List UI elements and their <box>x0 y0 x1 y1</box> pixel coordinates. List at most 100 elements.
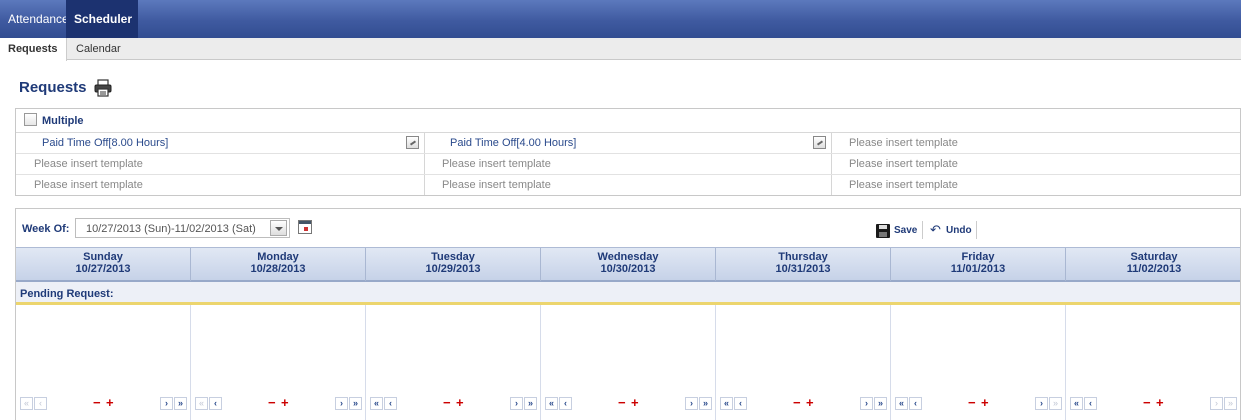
plus-icon[interactable]: + <box>456 395 464 410</box>
template-cell[interactable]: Please insert template <box>849 175 958 195</box>
day-cell[interactable]: « ‹ − + › » <box>366 305 541 420</box>
day-name: Wednesday <box>597 251 659 263</box>
first-icon[interactable]: « <box>195 397 208 410</box>
next-icon[interactable]: › <box>335 397 348 410</box>
save-label: Save <box>894 225 918 236</box>
prev-icon[interactable]: ‹ <box>209 397 222 410</box>
calendar-icon[interactable] <box>298 220 312 234</box>
plus-icon[interactable]: + <box>106 395 114 410</box>
day-header: Thursday 10/31/2013 <box>716 248 891 281</box>
last-icon[interactable]: » <box>874 397 887 410</box>
last-icon[interactable]: » <box>524 397 537 410</box>
subtab-calendar[interactable]: Calendar <box>68 38 138 60</box>
cell-divider <box>424 175 425 195</box>
day-name: Tuesday <box>431 251 475 263</box>
last-icon[interactable]: » <box>699 397 712 410</box>
minus-icon[interactable]: − <box>618 395 626 410</box>
template-cell[interactable]: Please insert template <box>849 133 958 153</box>
first-icon[interactable]: « <box>370 397 383 410</box>
plus-icon[interactable]: + <box>981 395 989 410</box>
next-icon[interactable]: › <box>160 397 173 410</box>
week-value: 10/27/2013 (Sun)-11/02/2013 (Sat) <box>86 223 256 235</box>
day-header: Sunday 10/27/2013 <box>16 248 191 281</box>
undo-icon: ↶ <box>930 222 941 237</box>
top-nav: Attendance Scheduler <box>0 0 1241 38</box>
week-toolbar: Week Of: 10/27/2013 (Sun)-11/02/2013 (Sa… <box>16 209 1240 247</box>
next-icon[interactable]: › <box>510 397 523 410</box>
cell-divider <box>831 154 832 174</box>
template-cell[interactable]: Please insert template <box>34 154 143 174</box>
plus-icon[interactable]: + <box>631 395 639 410</box>
minus-icon[interactable]: − <box>268 395 276 410</box>
tab-scheduler[interactable]: Scheduler <box>66 0 138 38</box>
prev-icon[interactable]: ‹ <box>384 397 397 410</box>
template-row: Please insert template Please insert tem… <box>16 154 1240 175</box>
pending-request-label: Pending Request: <box>20 288 114 300</box>
day-cell[interactable]: « ‹ − + › » <box>191 305 366 420</box>
toolbar-divider <box>922 221 923 239</box>
plus-icon[interactable]: + <box>281 395 289 410</box>
day-name: Thursday <box>778 251 828 263</box>
prev-icon[interactable]: ‹ <box>559 397 572 410</box>
sub-nav: Requests Calendar <box>0 38 1241 61</box>
next-icon[interactable]: › <box>685 397 698 410</box>
chevron-down-icon[interactable] <box>270 220 287 236</box>
next-icon[interactable]: › <box>1210 397 1223 410</box>
pending-request-bar: Pending Request: <box>16 282 1240 305</box>
day-cell[interactable]: « ‹ − + › » <box>541 305 716 420</box>
edit-note-icon[interactable] <box>813 136 826 149</box>
last-icon[interactable]: » <box>1049 397 1062 410</box>
minus-icon[interactable]: − <box>443 395 451 410</box>
template-cell[interactable]: Please insert template <box>34 175 143 195</box>
print-icon[interactable] <box>92 78 114 98</box>
cell-divider <box>424 154 425 174</box>
first-icon[interactable]: « <box>545 397 558 410</box>
template-cell[interactable]: Paid Time Off[8.00 Hours] <box>42 133 168 153</box>
day-name: Sunday <box>83 251 123 263</box>
prev-icon[interactable]: ‹ <box>909 397 922 410</box>
multiple-checkbox[interactable] <box>24 113 37 126</box>
plus-icon[interactable]: + <box>806 395 814 410</box>
multiple-label: Multiple <box>42 115 84 127</box>
last-icon[interactable]: » <box>349 397 362 410</box>
day-date: 10/27/2013 <box>75 263 131 275</box>
day-date: 10/29/2013 <box>425 263 481 275</box>
minus-icon[interactable]: − <box>1143 395 1151 410</box>
day-date: 10/30/2013 <box>600 263 656 275</box>
first-icon[interactable]: « <box>895 397 908 410</box>
week-select[interactable]: 10/27/2013 (Sun)-11/02/2013 (Sat) <box>75 218 290 238</box>
minus-icon[interactable]: − <box>93 395 101 410</box>
prev-icon[interactable]: ‹ <box>734 397 747 410</box>
template-cell[interactable]: Please insert template <box>849 154 958 174</box>
last-icon[interactable]: » <box>1224 397 1237 410</box>
template-cell[interactable]: Please insert template <box>442 154 551 174</box>
template-cell[interactable]: Paid Time Off[4.00 Hours] <box>450 133 576 153</box>
minus-icon[interactable]: − <box>793 395 801 410</box>
day-cell[interactable]: « ‹ − + › » <box>891 305 1066 420</box>
day-header: Friday 11/01/2013 <box>891 248 1066 281</box>
day-cell[interactable]: « ‹ − + › » <box>716 305 891 420</box>
next-icon[interactable]: › <box>1035 397 1048 410</box>
day-date: 11/01/2013 <box>950 263 1006 275</box>
first-icon[interactable]: « <box>720 397 733 410</box>
subtab-requests[interactable]: Requests <box>0 38 67 61</box>
day-header: Wednesday 10/30/2013 <box>541 248 716 281</box>
templates-panel: Multiple Paid Time Off[8.00 Hours] Paid … <box>15 108 1241 196</box>
next-icon[interactable]: › <box>860 397 873 410</box>
first-icon[interactable]: « <box>20 397 33 410</box>
template-cell[interactable]: Please insert template <box>442 175 551 195</box>
day-cell[interactable]: « ‹ − + › » <box>16 305 191 420</box>
day-cell[interactable]: « ‹ − + › » <box>1066 305 1241 420</box>
week-calendar: Week Of: 10/27/2013 (Sun)-11/02/2013 (Sa… <box>15 208 1241 420</box>
last-icon[interactable]: » <box>174 397 187 410</box>
first-icon[interactable]: « <box>1070 397 1083 410</box>
floppy-disk-icon <box>876 224 890 238</box>
prev-icon[interactable]: ‹ <box>34 397 47 410</box>
prev-icon[interactable]: ‹ <box>1084 397 1097 410</box>
edit-note-icon[interactable] <box>406 136 419 149</box>
tab-attendance[interactable]: Attendance <box>0 0 69 38</box>
day-header: Tuesday 10/29/2013 <box>366 248 541 281</box>
minus-icon[interactable]: − <box>968 395 976 410</box>
plus-icon[interactable]: + <box>1156 395 1164 410</box>
cell-divider <box>424 133 425 153</box>
